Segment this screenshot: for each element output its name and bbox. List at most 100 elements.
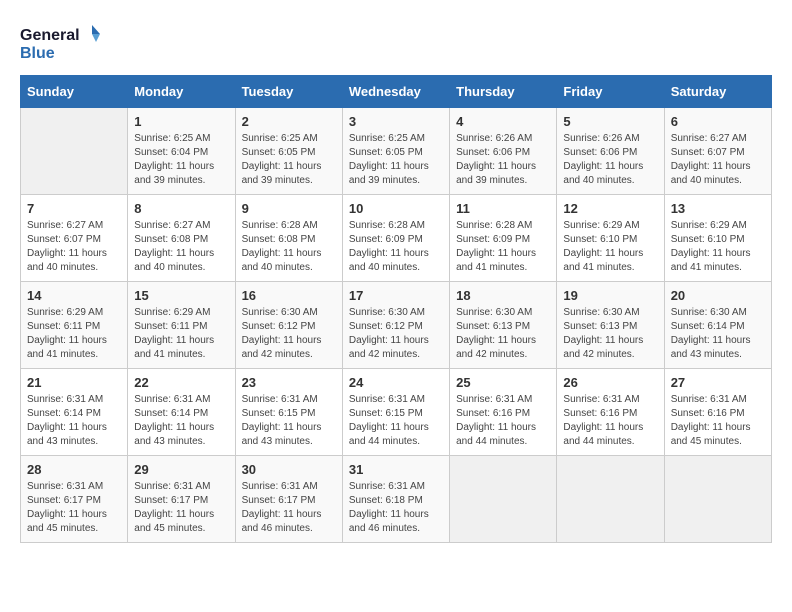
day-cell: 10 Sunrise: 6:28 AMSunset: 6:09 PMDayligh… <box>342 195 449 282</box>
weekday-header-row: SundayMondayTuesdayWednesdayThursdayFrid… <box>21 76 772 108</box>
day-cell: 18 Sunrise: 6:30 AMSunset: 6:13 PMDayligh… <box>450 282 557 369</box>
week-row-3: 14 Sunrise: 6:29 AMSunset: 6:11 PMDayligh… <box>21 282 772 369</box>
day-number: 26 <box>563 375 657 390</box>
day-number: 10 <box>349 201 443 216</box>
day-number: 4 <box>456 114 550 129</box>
day-cell: 22 Sunrise: 6:31 AMSunset: 6:14 PMDayligh… <box>128 369 235 456</box>
day-info: Sunrise: 6:31 AMSunset: 6:15 PMDaylight:… <box>242 393 336 449</box>
day-number: 14 <box>27 288 121 303</box>
day-info: Sunrise: 6:28 AMSunset: 6:09 PMDaylight:… <box>456 219 550 275</box>
day-cell: 2 Sunrise: 6:25 AMSunset: 6:05 PMDaylight… <box>235 108 342 195</box>
day-number: 31 <box>349 462 443 477</box>
day-cell: 28 Sunrise: 6:31 AMSunset: 6:17 PMDayligh… <box>21 456 128 543</box>
day-number: 5 <box>563 114 657 129</box>
day-number: 24 <box>349 375 443 390</box>
day-number: 8 <box>134 201 228 216</box>
day-info: Sunrise: 6:26 AMSunset: 6:06 PMDaylight:… <box>563 132 657 188</box>
day-number: 2 <box>242 114 336 129</box>
page-header: General Blue <box>20 20 772 65</box>
day-info: Sunrise: 6:28 AMSunset: 6:09 PMDaylight:… <box>349 219 443 275</box>
day-number: 28 <box>27 462 121 477</box>
day-info: Sunrise: 6:30 AMSunset: 6:12 PMDaylight:… <box>242 306 336 362</box>
day-number: 15 <box>134 288 228 303</box>
day-cell: 17Sunrise: 6:30 AMSunset: 6:12 PMDayligh… <box>342 282 449 369</box>
week-row-4: 21 Sunrise: 6:31 AMSunset: 6:14 PMDayligh… <box>21 369 772 456</box>
day-info: Sunrise: 6:31 AMSunset: 6:14 PMDaylight:… <box>27 393 121 449</box>
day-info: Sunrise: 6:25 AMSunset: 6:04 PMDaylight:… <box>134 132 228 188</box>
day-info: Sunrise: 6:31 AMSunset: 6:17 PMDaylight:… <box>134 480 228 536</box>
day-info: Sunrise: 6:29 AMSunset: 6:11 PMDaylight:… <box>134 306 228 362</box>
day-info: Sunrise: 6:27 AMSunset: 6:08 PMDaylight:… <box>134 219 228 275</box>
week-row-5: 28 Sunrise: 6:31 AMSunset: 6:17 PMDayligh… <box>21 456 772 543</box>
day-cell: 1 Sunrise: 6:25 AMSunset: 6:04 PMDaylight… <box>128 108 235 195</box>
weekday-header-sunday: Sunday <box>21 76 128 108</box>
day-number: 18 <box>456 288 550 303</box>
day-cell <box>557 456 664 543</box>
day-cell: 11 Sunrise: 6:28 AMSunset: 6:09 PMDayligh… <box>450 195 557 282</box>
day-cell <box>450 456 557 543</box>
day-cell: 3Sunrise: 6:25 AMSunset: 6:05 PMDaylight… <box>342 108 449 195</box>
weekday-header-saturday: Saturday <box>664 76 771 108</box>
day-cell <box>21 108 128 195</box>
day-number: 19 <box>563 288 657 303</box>
day-cell: 24 Sunrise: 6:31 AMSunset: 6:15 PMDayligh… <box>342 369 449 456</box>
day-cell: 26 Sunrise: 6:31 AMSunset: 6:16 PMDayligh… <box>557 369 664 456</box>
day-cell: 31 Sunrise: 6:31 AMSunset: 6:18 PMDayligh… <box>342 456 449 543</box>
day-info: Sunrise: 6:30 AMSunset: 6:13 PMDaylight:… <box>456 306 550 362</box>
day-cell: 12 Sunrise: 6:29 AMSunset: 6:10 PMDayligh… <box>557 195 664 282</box>
day-number: 13 <box>671 201 765 216</box>
day-info: Sunrise: 6:31 AMSunset: 6:16 PMDaylight:… <box>563 393 657 449</box>
day-number: 20 <box>671 288 765 303</box>
day-cell: 4Sunrise: 6:26 AMSunset: 6:06 PMDaylight… <box>450 108 557 195</box>
day-number: 12 <box>563 201 657 216</box>
day-number: 9 <box>242 201 336 216</box>
day-number: 11 <box>456 201 550 216</box>
day-info: Sunrise: 6:29 AMSunset: 6:11 PMDaylight:… <box>27 306 121 362</box>
day-number: 30 <box>242 462 336 477</box>
day-number: 1 <box>134 114 228 129</box>
day-info: Sunrise: 6:31 AMSunset: 6:15 PMDaylight:… <box>349 393 443 449</box>
day-info: Sunrise: 6:30 AMSunset: 6:12 PMDaylight:… <box>349 306 443 362</box>
day-cell: 20 Sunrise: 6:30 AMSunset: 6:14 PMDayligh… <box>664 282 771 369</box>
day-cell: 7Sunrise: 6:27 AMSunset: 6:07 PMDaylight… <box>21 195 128 282</box>
day-number: 23 <box>242 375 336 390</box>
day-cell: 14 Sunrise: 6:29 AMSunset: 6:11 PMDayligh… <box>21 282 128 369</box>
day-info: Sunrise: 6:25 AMSunset: 6:05 PMDaylight:… <box>242 132 336 188</box>
day-info: Sunrise: 6:27 AMSunset: 6:07 PMDaylight:… <box>27 219 121 275</box>
day-cell: 16 Sunrise: 6:30 AMSunset: 6:12 PMDayligh… <box>235 282 342 369</box>
calendar-table: SundayMondayTuesdayWednesdayThursdayFrid… <box>20 75 772 543</box>
day-number: 21 <box>27 375 121 390</box>
day-info: Sunrise: 6:29 AMSunset: 6:10 PMDaylight:… <box>671 219 765 275</box>
day-cell: 5 Sunrise: 6:26 AMSunset: 6:06 PMDaylight… <box>557 108 664 195</box>
day-number: 25 <box>456 375 550 390</box>
day-cell: 15 Sunrise: 6:29 AMSunset: 6:11 PMDayligh… <box>128 282 235 369</box>
day-cell: 29Sunrise: 6:31 AMSunset: 6:17 PMDayligh… <box>128 456 235 543</box>
day-cell: 6 Sunrise: 6:27 AMSunset: 6:07 PMDaylight… <box>664 108 771 195</box>
day-cell: 21 Sunrise: 6:31 AMSunset: 6:14 PMDayligh… <box>21 369 128 456</box>
logo: General Blue <box>20 20 100 65</box>
day-number: 22 <box>134 375 228 390</box>
day-cell: 8 Sunrise: 6:27 AMSunset: 6:08 PMDaylight… <box>128 195 235 282</box>
day-number: 16 <box>242 288 336 303</box>
week-row-2: 7Sunrise: 6:27 AMSunset: 6:07 PMDaylight… <box>21 195 772 282</box>
day-info: Sunrise: 6:31 AMSunset: 6:17 PMDaylight:… <box>27 480 121 536</box>
week-row-1: 1 Sunrise: 6:25 AMSunset: 6:04 PMDaylight… <box>21 108 772 195</box>
weekday-header-tuesday: Tuesday <box>235 76 342 108</box>
day-info: Sunrise: 6:30 AMSunset: 6:14 PMDaylight:… <box>671 306 765 362</box>
day-info: Sunrise: 6:31 AMSunset: 6:18 PMDaylight:… <box>349 480 443 536</box>
day-cell: 19Sunrise: 6:30 AMSunset: 6:13 PMDayligh… <box>557 282 664 369</box>
day-cell: 30 Sunrise: 6:31 AMSunset: 6:17 PMDayligh… <box>235 456 342 543</box>
day-number: 6 <box>671 114 765 129</box>
svg-text:Blue: Blue <box>20 45 55 62</box>
day-info: Sunrise: 6:31 AMSunset: 6:17 PMDaylight:… <box>242 480 336 536</box>
day-info: Sunrise: 6:31 AMSunset: 6:16 PMDaylight:… <box>671 393 765 449</box>
day-cell: 9Sunrise: 6:28 AMSunset: 6:08 PMDaylight… <box>235 195 342 282</box>
weekday-header-wednesday: Wednesday <box>342 76 449 108</box>
day-info: Sunrise: 6:29 AMSunset: 6:10 PMDaylight:… <box>563 219 657 275</box>
day-info: Sunrise: 6:31 AMSunset: 6:14 PMDaylight:… <box>134 393 228 449</box>
day-cell: 13 Sunrise: 6:29 AMSunset: 6:10 PMDayligh… <box>664 195 771 282</box>
day-info: Sunrise: 6:27 AMSunset: 6:07 PMDaylight:… <box>671 132 765 188</box>
day-info: Sunrise: 6:25 AMSunset: 6:05 PMDaylight:… <box>349 132 443 188</box>
weekday-header-friday: Friday <box>557 76 664 108</box>
weekday-header-monday: Monday <box>128 76 235 108</box>
